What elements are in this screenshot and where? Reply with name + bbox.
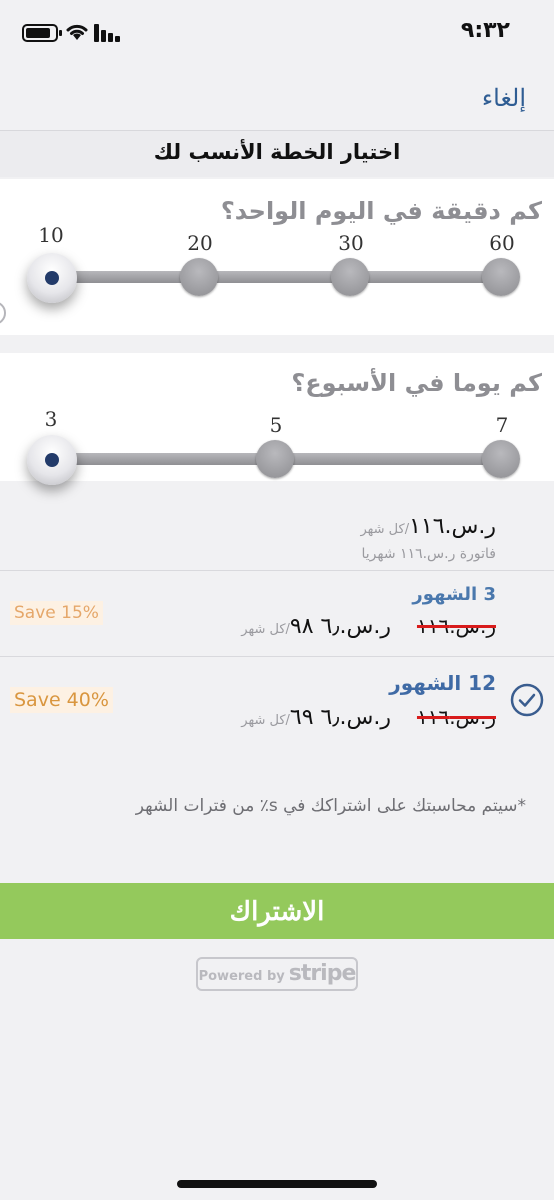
plan-divider [0,656,554,657]
plan-price-row: ر.س.١١٦ ر.س.٦٫ ٩٨/كل شهر [241,614,496,639]
days-per-week-card: كم يوما في الأسبوع؟ 3 5 7 [0,353,554,485]
summary-price-per: /كل شهر [360,522,410,537]
minutes-slider-stop-60[interactable] [482,258,520,296]
old-price: ر.س.١١٦ [416,705,496,729]
summary-price-value: ر.س.١١٦ [409,514,496,539]
plan-price-row: ر.س.١١٦ ر.س.٦٫ ٦٩/كل شهر [241,705,496,730]
minutes-tick-label: 20 [187,231,213,255]
summary-price: ر.س.١١٦/كل شهر [360,514,496,539]
summary-billing: فاتورة ر.س.١١٦ شهريا [361,546,496,562]
wifi-icon [66,24,88,40]
subscribe-button[interactable]: الاشتراك [0,883,554,939]
old-price: ر.س.١١٦ [416,614,496,638]
new-price: ر.س.٦٫ ٦٩ [289,705,391,730]
powered-by-stripe-badge[interactable]: Powered by stripe [196,957,358,991]
price-period: /كل شهر [241,713,290,728]
minutes-slider-stop-30[interactable] [331,258,369,296]
new-price: ر.س.٦٫ ٩٨ [289,614,391,639]
days-tick-label: 3 [44,407,58,431]
battery-icon [22,24,62,42]
plan-name: 12 الشهور [389,671,496,695]
cancel-button[interactable]: إلغاء [482,84,526,112]
save-badge: Save 40% [10,687,113,713]
minutes-slider-thumb[interactable] [27,253,77,303]
days-tick-label: 7 [495,413,509,437]
plan-name: 3 الشهور [412,584,496,605]
minutes-tick-label: 30 [338,231,364,255]
checkmark-circle-icon[interactable] [510,683,544,717]
days-per-week-question: كم يوما في الأسبوع؟ [291,369,542,397]
cellular-signal-icon [94,24,122,42]
minutes-per-day-question: كم دقيقة في اليوم الواحد؟ [220,197,542,225]
radio-circle-icon [0,301,6,325]
minutes-slider-stop-20[interactable] [180,258,218,296]
days-slider-thumb[interactable] [27,435,77,485]
stripe-logo-text: stripe [288,961,357,986]
page-title: اختيار الخطة الأنسب لك [153,140,401,164]
billing-note: *سيتم محاسبتك على اشتراكك في s٪ من فترات… [135,796,526,816]
days-tick-label: 5 [269,413,283,437]
powered-by-text: Powered by [198,969,285,984]
save-badge: Save 15% [10,601,103,625]
status-bar: ٩:٣٢ [0,0,554,68]
plan-divider [0,570,554,571]
days-slider-stop-7[interactable] [482,440,520,478]
minutes-per-day-card: كم دقيقة في اليوم الواحد؟ 10 20 30 60 [0,179,554,335]
minutes-tick-label: 60 [489,231,515,255]
days-slider-stop-5[interactable] [256,440,294,478]
home-indicator [177,1180,377,1188]
minutes-tick-label: 10 [38,223,64,247]
minutes-slider-track[interactable] [48,271,502,283]
price-period: /كل شهر [241,622,290,637]
status-time: ٩:٣٢ [460,18,510,43]
